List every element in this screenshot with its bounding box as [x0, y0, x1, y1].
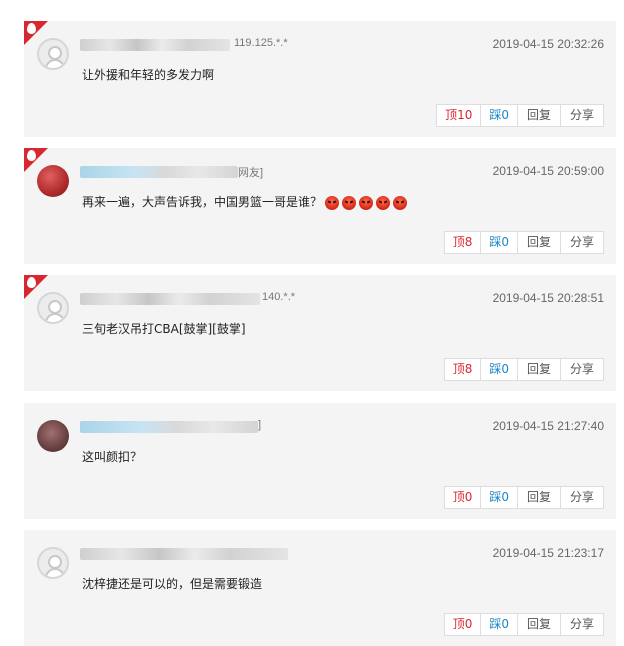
user-type-suffix: 网友] — [238, 167, 264, 179]
reply-button[interactable]: 回复 — [517, 358, 561, 381]
comment-card: 2019-04-15 21:23:17 沈梓捷还是可以的，但是需要锻造 顶0 踩… — [24, 530, 616, 646]
angry-face-emoji-icon — [376, 195, 391, 210]
comment-time: 2019-04-15 21:27:40 — [492, 419, 604, 433]
comment-actions: 顶8 踩0 回复 分享 — [443, 358, 604, 381]
angry-face-emoji-icon — [325, 195, 340, 210]
reply-button[interactable]: 回复 — [517, 486, 561, 509]
upvote-button[interactable]: 顶0 — [443, 613, 482, 636]
comment-actions: 顶10 踩0 回复 分享 — [436, 104, 604, 127]
comment-time: 2019-04-15 20:59:00 — [492, 164, 604, 178]
downvote-button[interactable]: 踩0 — [480, 231, 518, 254]
comment-text: 三旬老汉吊打CBA[鼓掌][鼓掌] — [82, 322, 246, 336]
angry-face-emoji-icon — [359, 195, 374, 210]
comment-actions: 顶0 踩0 回复 分享 — [443, 486, 604, 509]
upvote-button[interactable]: 顶10 — [436, 104, 482, 127]
share-button[interactable]: 分享 — [560, 613, 604, 636]
share-button[interactable]: 分享 — [560, 104, 604, 127]
downvote-button[interactable]: 踩0 — [480, 486, 518, 509]
comment-card: 140.*.* 2019-04-15 20:28:51 三旬老汉吊打CBA[鼓掌… — [24, 275, 616, 391]
reply-button[interactable]: 回复 — [517, 231, 561, 254]
username-blurred[interactable] — [80, 548, 288, 560]
reply-button[interactable]: 回复 — [517, 104, 561, 127]
username-blurred[interactable] — [80, 166, 238, 178]
username-blurred[interactable] — [80, 421, 258, 433]
avatar[interactable] — [37, 165, 69, 197]
downvote-button[interactable]: 踩0 — [480, 358, 518, 381]
downvote-button[interactable]: 踩0 — [480, 104, 518, 127]
angry-face-emoji-icon — [393, 195, 408, 210]
avatar[interactable] — [37, 292, 69, 324]
downvote-button[interactable]: 踩0 — [480, 613, 518, 636]
upvote-button[interactable]: 顶8 — [443, 358, 482, 381]
comment-time: 2019-04-15 20:32:26 — [492, 37, 604, 51]
username-blurred[interactable] — [80, 293, 260, 305]
avatar[interactable] — [37, 420, 69, 452]
avatar[interactable] — [37, 38, 69, 70]
comment-time: 2019-04-15 20:28:51 — [492, 291, 604, 305]
comment-text: 再来一遍，大声告诉我，中国男篮一哥是谁？ — [82, 195, 323, 209]
reply-button[interactable]: 回复 — [517, 613, 561, 636]
user-ip-suffix: 140.*.* — [262, 291, 296, 303]
user-ip-suffix: 119.125.*.* — [234, 37, 288, 49]
upvote-button[interactable]: 顶8 — [443, 231, 482, 254]
comment-actions: 顶8 踩0 回复 分享 — [443, 231, 604, 254]
comment-card: 119.125.*.* 2019-04-15 20:32:26 让外援和年轻的多… — [24, 21, 616, 137]
comment-text: 让外援和年轻的多发力啊 — [82, 68, 215, 82]
comment-text: 这叫颜扣？ — [82, 450, 143, 464]
username-blurred[interactable] — [80, 39, 230, 51]
comment-text-row: 再来一遍，大声告诉我，中国男篮一哥是谁？ — [82, 193, 410, 210]
avatar[interactable] — [37, 547, 69, 579]
angry-face-emoji-icon — [342, 195, 357, 210]
emoji-list — [325, 195, 410, 210]
share-button[interactable]: 分享 — [560, 486, 604, 509]
comment-actions: 顶0 踩0 回复 分享 — [443, 613, 604, 636]
upvote-button[interactable]: 顶0 — [443, 486, 482, 509]
comment-time: 2019-04-15 21:23:17 — [492, 546, 604, 560]
comment-text: 沈梓捷还是可以的，但是需要锻造 — [82, 577, 263, 591]
user-type-suffix: ] — [258, 419, 262, 431]
comment-card: ] 2019-04-15 21:27:40 这叫颜扣？ 顶0 踩0 回复 分享 — [24, 403, 616, 519]
share-button[interactable]: 分享 — [560, 358, 604, 381]
comment-card: 网友] 2019-04-15 20:59:00 再来一遍，大声告诉我，中国男篮一… — [24, 148, 616, 264]
share-button[interactable]: 分享 — [560, 231, 604, 254]
